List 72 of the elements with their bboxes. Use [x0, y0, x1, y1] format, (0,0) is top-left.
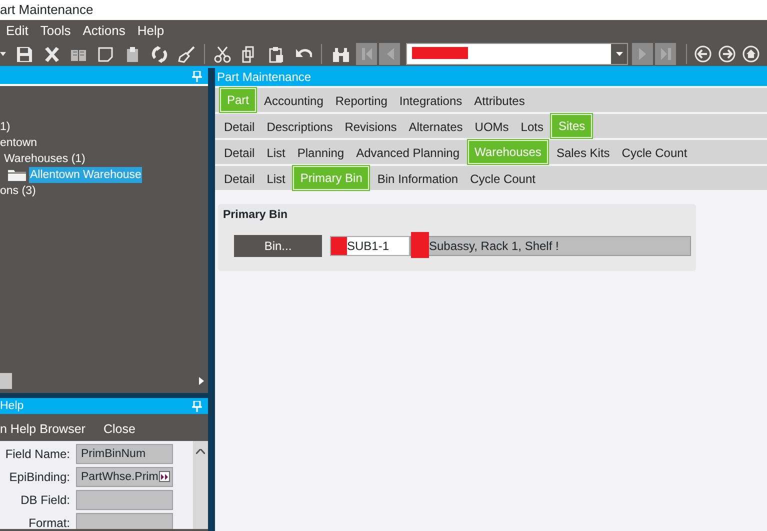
tab[interactable]: Cycle Count [616, 143, 694, 163]
field-label: Format: [28, 514, 71, 529]
tree-item[interactable]: ons (3) [0, 183, 36, 199]
window-title: art Maintenance [0, 0, 767, 20]
text-field[interactable]: PrimBinNum [76, 444, 173, 464]
tab[interactable]: Accounting [258, 91, 330, 111]
refresh-icon[interactable] [151, 46, 168, 62]
home-icon[interactable] [742, 45, 760, 63]
tab[interactable]: Descriptions [260, 117, 339, 137]
tree-item[interactable]: Warehouses (1) [4, 151, 86, 167]
tab[interactable]: Revisions [338, 117, 403, 137]
tab[interactable]: Detail [218, 117, 261, 137]
clipboard-icon[interactable] [124, 46, 141, 62]
redaction-mark [331, 237, 347, 256]
scrollbar-thumb[interactable] [0, 373, 12, 389]
tree-item[interactable]: 1) [0, 119, 10, 135]
tab[interactable]: Bin Information [371, 169, 464, 189]
menu-item[interactable]: Close [103, 418, 136, 441]
tab[interactable]: Sales Kits [550, 143, 616, 163]
scroll-right-arrow-icon[interactable] [199, 377, 204, 385]
tab[interactable]: Reporting [329, 91, 394, 111]
scissors-icon[interactable] [214, 46, 231, 62]
tab[interactable]: Planning [291, 143, 350, 163]
field-value: PartWhse.Prim [81, 470, 158, 484]
menu-item[interactable]: Actions [76, 20, 132, 42]
save-icon[interactable] [16, 46, 33, 62]
field-label: Field Name: [4, 446, 71, 462]
first-record-icon [360, 47, 374, 61]
tab[interactable]: Detail [218, 143, 261, 163]
tab[interactable]: Advanced Planning [350, 143, 466, 163]
redaction-mark [411, 232, 429, 258]
field-value: SUB1-1 [347, 239, 390, 254]
panel-title: Part Maintenance [215, 68, 767, 86]
link-button[interactable] [159, 471, 170, 482]
tab[interactable]: Cycle Count [464, 169, 542, 189]
record-combobox[interactable] [406, 43, 628, 65]
paste-icon[interactable] [268, 46, 285, 62]
menu-item[interactable]: Help [131, 20, 170, 42]
tab[interactable]: List [260, 169, 292, 189]
tab[interactable]: Lots [514, 117, 550, 137]
tab[interactable]: Detail [218, 169, 261, 189]
note-icon[interactable] [97, 46, 114, 62]
menu-item[interactable]: Tools [34, 20, 77, 42]
caret-icon [616, 52, 622, 56]
tab[interactable]: List [260, 143, 292, 163]
dropdown-arrow-icon[interactable] [0, 52, 6, 56]
field-label: DB Field: [20, 492, 71, 508]
bin-button[interactable]: Bin... [234, 235, 322, 258]
broom-icon[interactable] [178, 46, 195, 62]
folder-icon [8, 169, 26, 181]
last-record-icon [658, 47, 672, 61]
text-field[interactable] [76, 490, 173, 510]
group-title: Primary Bin [223, 208, 289, 223]
binoculars-icon[interactable] [332, 46, 350, 62]
redaction-mark [412, 47, 468, 59]
field-value: Subassy, Rack 1, Shelf ! [429, 239, 559, 254]
panel-title: Help [0, 399, 24, 414]
field-value: PrimBinNum [81, 446, 146, 462]
field-label: EpiBinding: [8, 468, 71, 486]
text-field[interactable] [76, 512, 173, 529]
tab[interactable]: UOMs [468, 117, 515, 137]
dropdown-button[interactable] [611, 44, 627, 64]
tab[interactable]: Alternates [402, 117, 469, 137]
scrollbar-track[interactable] [193, 441, 208, 529]
tree-item[interactable]: entown [0, 135, 38, 151]
bin-field[interactable]: SUB1-1 [330, 236, 410, 256]
tab[interactable]: Integrations [393, 91, 468, 111]
menu-item[interactable]: Edit [0, 20, 34, 42]
menu-item[interactable]: n Help Browser [0, 418, 86, 441]
delete-icon[interactable] [43, 46, 60, 62]
tab[interactable]: Attributes [468, 91, 531, 111]
text-field[interactable]: PartWhse.Prim [76, 466, 173, 486]
